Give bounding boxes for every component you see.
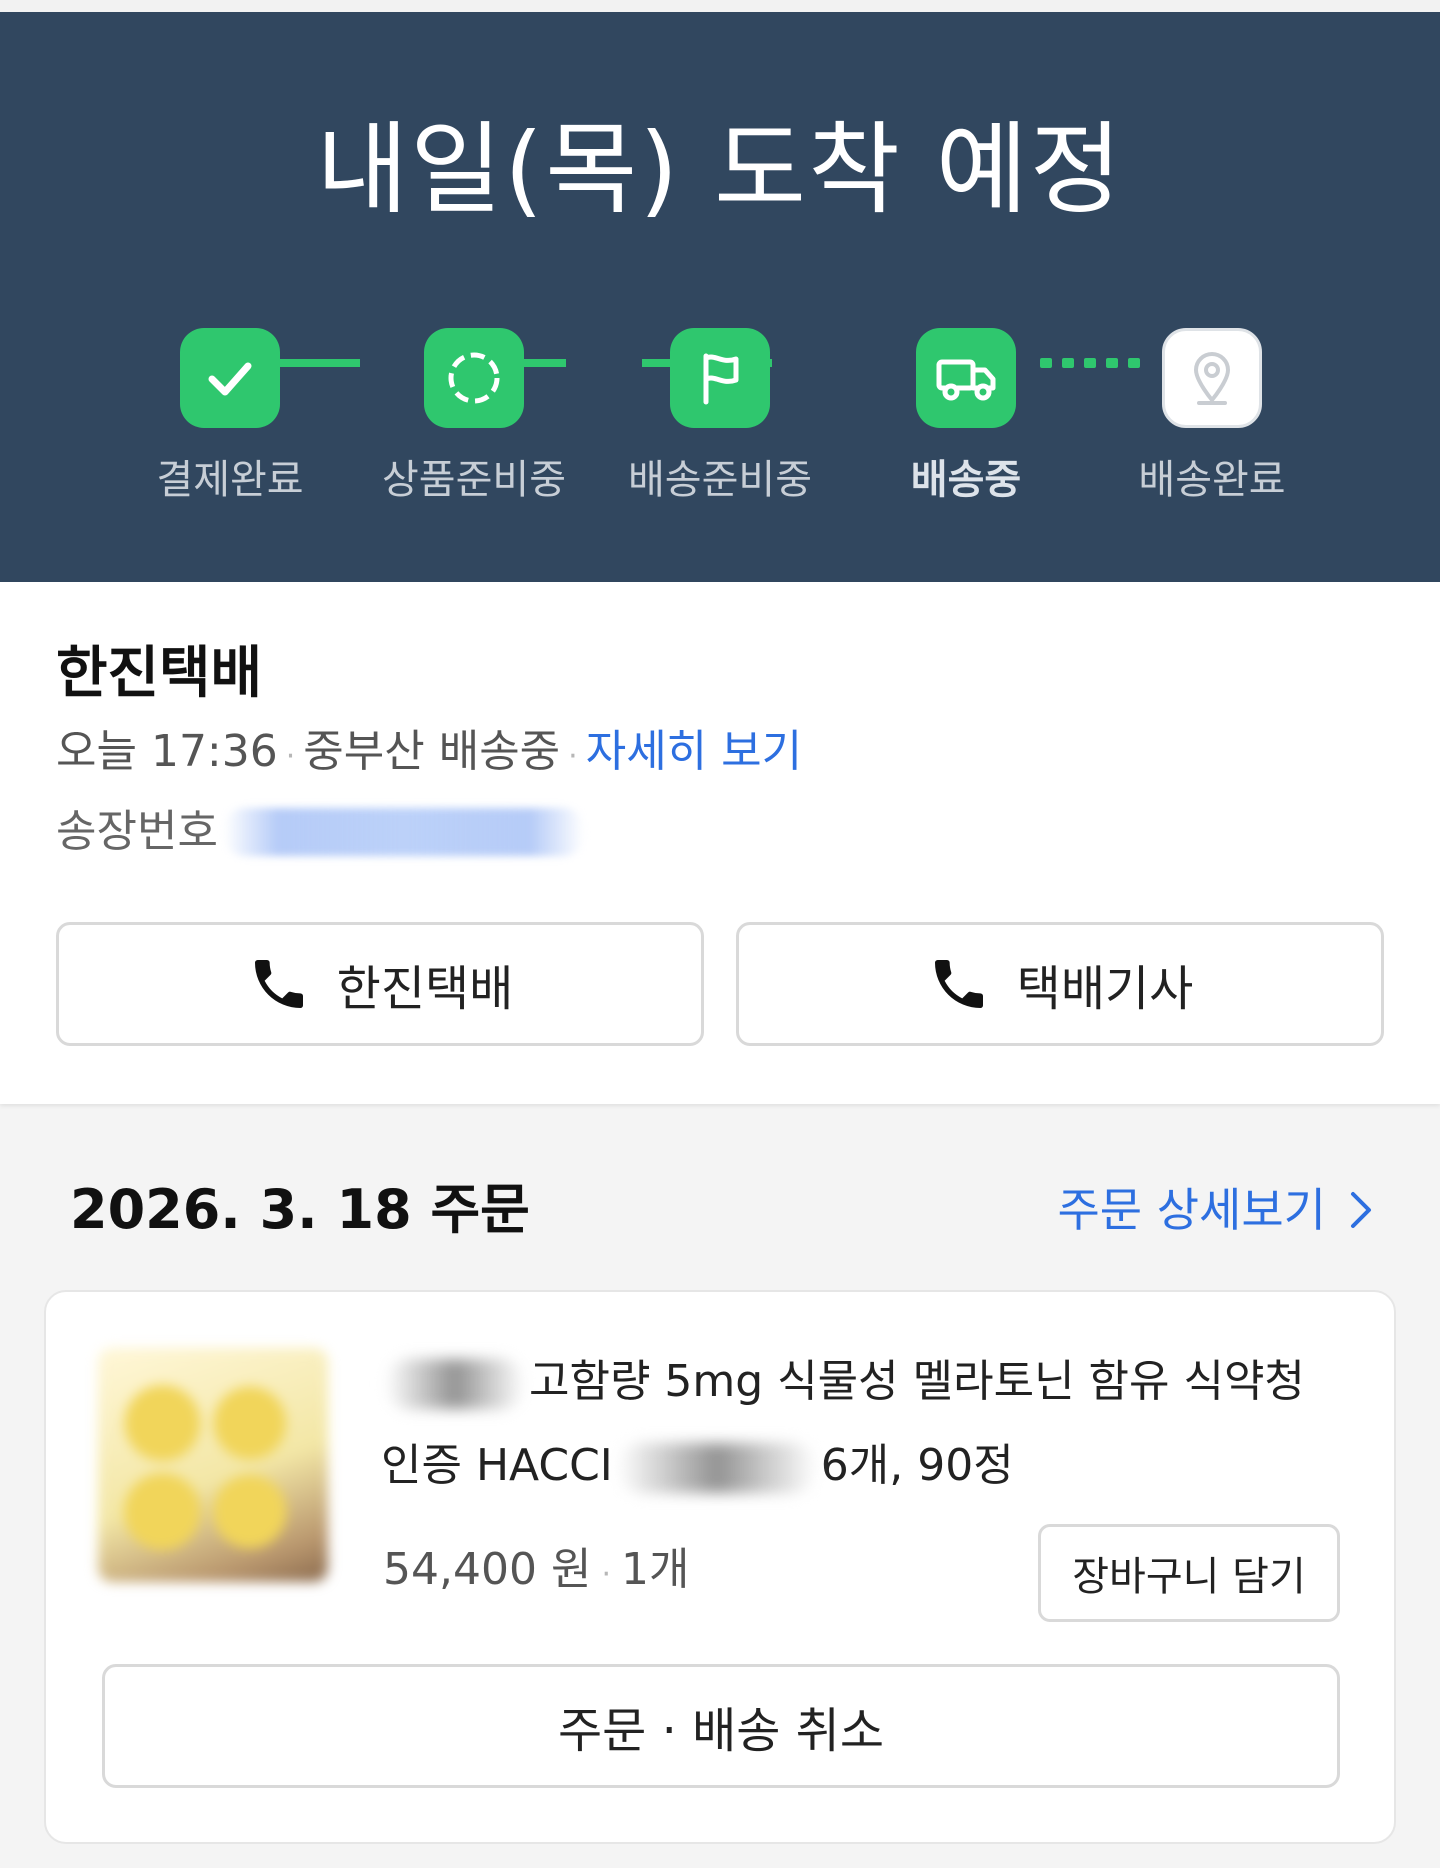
product-price: 54,400 원 [383,1544,592,1595]
price-line: 54,400 원 · 1개 [383,1540,689,1605]
step-preparing-product [424,328,524,428]
product-title[interactable]: 고함량 5mg 식물성 멜라토닌 함유 식약청 인증 HACCI 6개, 90정 [381,1340,1341,1508]
invoice-line: 송장번호 [56,802,584,862]
separator-dot: · [568,739,578,774]
call-courier-company-label: 한진택배 [336,961,514,1017]
step-label-delivered: 배송완료 [1138,457,1286,503]
step-label-preparing-shipment: 배송준비중 [628,457,812,503]
tracking-detail-link[interactable]: 자세히 보기 [586,726,802,777]
order-detail-link[interactable]: 주문 상세보기 [1057,1178,1374,1242]
step-payment-complete [180,328,280,428]
product-title-part2-suffix: 6개, 90정 [820,1440,1014,1491]
product-thumbnail[interactable] [98,1348,328,1582]
truck-icon [936,359,996,401]
step-in-transit [916,328,1016,428]
step-delivered [1162,328,1262,428]
call-courier-company-button[interactable]: 한진택배 [56,922,704,1046]
product-title-part1: 고함량 5mg 식물성 멜라토닌 함유 식약청 [529,1356,1305,1407]
phone-icon [934,960,983,1008]
step-label-preparing-product: 상품준비중 [382,457,566,503]
order-product-card: 고함량 5mg 식물성 멜라토닌 함유 식약청 인증 HACCI 6개, 90정 … [44,1290,1396,1844]
phone-icon [254,960,303,1008]
invoice-number-redacted[interactable] [223,808,584,856]
add-to-cart-button[interactable]: 장바구니 담기 [1038,1524,1340,1622]
delivery-status-header: 내일(목) 도착 예정 결제완료 상품준비중 배송준비중 배송중 배송완료 [0,12,1440,582]
flag-icon [703,353,739,405]
tracking-time: 오늘 17:36 [56,726,278,777]
courier-name: 한진택배 [56,641,263,706]
product-quantity: 1개 [620,1544,690,1595]
courier-info-card: 한진택배 오늘 17:36 · 중부산 배송중 · 자세히 보기 송장번호 한진택배 택… [0,582,1440,1104]
location-pin-icon [1193,352,1231,405]
step-label-payment-complete: 결제완료 [156,457,304,503]
status-bar-strip [0,0,1440,12]
product-title-part2-prefix: 인증 HACCI [381,1440,613,1491]
separator-dot: · [285,739,296,774]
check-icon [208,362,252,396]
eta-title: 내일(목) 도착 예정 [316,111,1124,228]
dashed-circle-icon [448,352,500,404]
order-date-title: 2026. 3. 18 주문 [70,1178,530,1241]
tracking-status-line: 오늘 17:36 · 중부산 배송중 · 자세히 보기 [56,722,802,787]
progress-dotted-line [1040,358,1140,368]
step-label-in-transit: 배송중 [910,457,1022,503]
chevron-right-icon [1351,1192,1371,1228]
order-detail-link-label: 주문 상세보기 [1057,1183,1326,1237]
tracking-location-status: 중부산 배송중 [303,726,561,777]
call-driver-label: 택배기사 [1016,961,1194,1017]
redacted-brand-name [385,1359,525,1409]
step-preparing-shipment [670,328,770,428]
invoice-label: 송장번호 [56,806,218,857]
call-driver-button[interactable]: 택배기사 [736,922,1384,1046]
cancel-order-button[interactable]: 주문 · 배송 취소 [102,1664,1340,1788]
separator-dot: · [601,1557,611,1592]
redacted-product-text [616,1443,817,1493]
